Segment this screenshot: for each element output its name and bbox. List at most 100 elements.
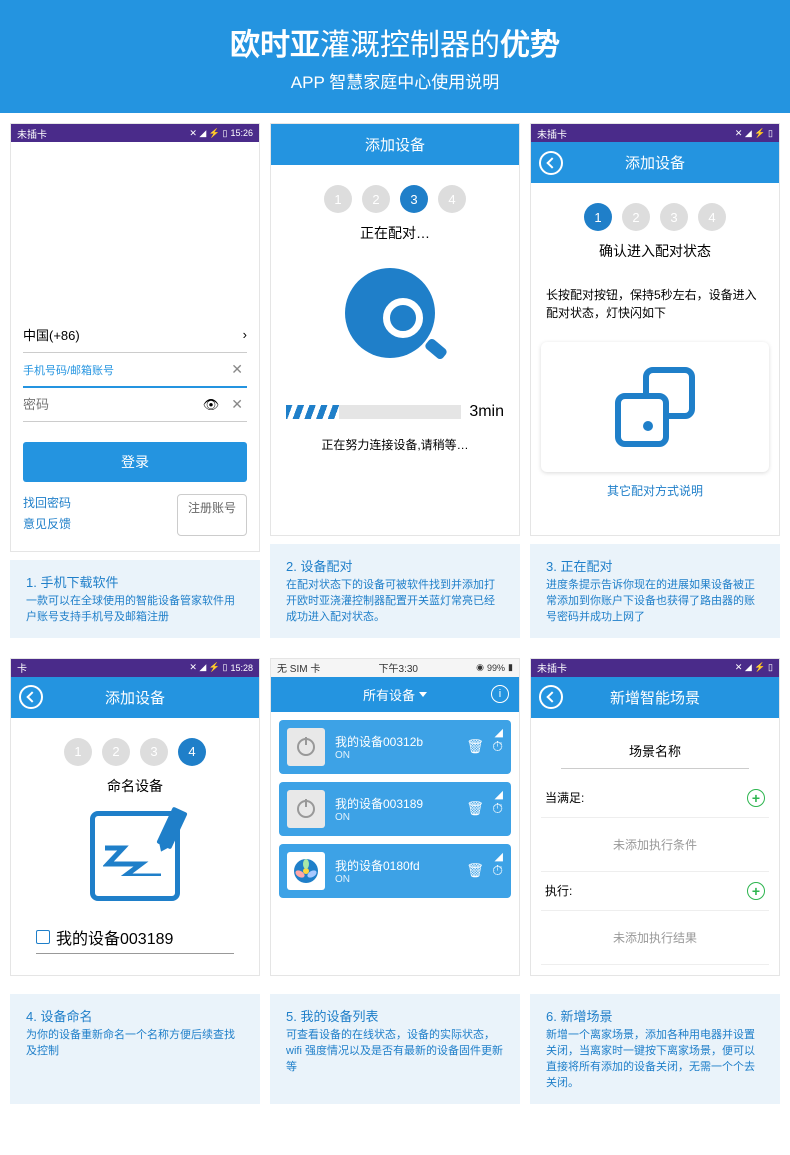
device-name: 我的设备0180fd bbox=[335, 857, 456, 874]
status-right: ◉ 99% ▮ bbox=[476, 662, 513, 673]
caption-4: 4. 设备命名 为你的设备重新命名一个名称方便后续查找及控制 bbox=[10, 994, 260, 1104]
status-carrier: 未插卡 bbox=[537, 660, 567, 675]
no-result-text: 未添加执行结果 bbox=[541, 911, 769, 965]
status-bar: 未插卡 ✕ ◢ ⚡ ▯ 15:26 bbox=[11, 124, 259, 142]
caption-5: 5. 我的设备列表 可查看设备的在线状态，设备的实际状态，wifi 强度情况以及… bbox=[270, 994, 520, 1104]
step-1: 1 bbox=[64, 738, 92, 766]
phone-login: 未插卡 ✕ ◢ ⚡ ▯ 15:26 中国(+86) › ✕ 👁 ✕ 登录 bbox=[10, 123, 260, 552]
timer-icon[interactable]: ⏱ bbox=[492, 800, 503, 817]
caption-row-2: 4. 设备命名 为你的设备重新命名一个名称方便后续查找及控制 5. 我的设备列表… bbox=[0, 986, 790, 1114]
step-3: 3 bbox=[660, 203, 688, 231]
clear-icon[interactable]: ✕ bbox=[227, 361, 247, 378]
phone-confirm-pair: 未插卡 ✕ ◢ ⚡ ▯ 添加设备 1 2 3 4 确认进入配对状态 长按配对按钮… bbox=[530, 123, 780, 536]
device-name-value: 我的设备003189 bbox=[56, 925, 173, 949]
step-indicator: 1 2 3 4 bbox=[531, 183, 779, 241]
delete-icon[interactable]: 🗑 bbox=[466, 800, 484, 817]
clear-icon[interactable]: ✕ bbox=[227, 396, 247, 413]
step-3: 3 bbox=[140, 738, 168, 766]
caption-6: 6. 新增场景 新增一个离家场景，添加各种用电器并设置关闭，当离家时一键按下离家… bbox=[530, 994, 780, 1104]
header-subtitle: APP 智慧家庭中心使用说明 bbox=[20, 68, 770, 93]
caption-3: 3. 正在配对 进度条提示告诉你现在的进展如果设备被正常添加到你账户下设备也获得… bbox=[530, 544, 780, 638]
page-title: 添加设备 bbox=[105, 690, 165, 707]
caption-2: 2. 设备配对 在配对状态下的设备可被软件找到并添加打开欧时亚浇灌控制器配置开关… bbox=[270, 544, 520, 638]
info-icon[interactable]: i bbox=[491, 685, 509, 703]
password-input-row[interactable]: 👁 ✕ bbox=[23, 388, 247, 422]
progress-bar bbox=[286, 405, 461, 419]
timer-icon[interactable]: ⏱ bbox=[492, 738, 503, 755]
status-bar: 未插卡 ✕ ◢ ⚡ ▯ bbox=[531, 659, 779, 677]
power-icon bbox=[297, 738, 315, 756]
page-title: 新增智能场景 bbox=[610, 690, 700, 707]
device-icon-card bbox=[541, 342, 769, 472]
device-card[interactable]: 我的设备003189 ON ◢ 🗑 ⏱ bbox=[279, 782, 511, 836]
top-bar: 新增智能场景 bbox=[531, 677, 779, 718]
row-1: 未插卡 ✕ ◢ ⚡ ▯ 15:26 中国(+86) › ✕ 👁 ✕ 登录 bbox=[0, 113, 790, 648]
eye-icon[interactable]: 👁 bbox=[203, 397, 220, 413]
device-name-input[interactable]: 我的设备003189 bbox=[36, 921, 234, 954]
phone-name-device: 卡 ✕ ◢ ⚡ ▯ 15:28 添加设备 1 2 3 4 命名设备 我的设备00… bbox=[10, 658, 260, 976]
step-2: 2 bbox=[622, 203, 650, 231]
scene-name-input[interactable]: 场景名称 bbox=[561, 733, 749, 769]
page-title: 添加设备 bbox=[365, 137, 425, 154]
no-condition-text: 未添加执行条件 bbox=[541, 818, 769, 872]
device-thumb bbox=[287, 728, 325, 766]
power-icon bbox=[297, 800, 315, 818]
step-label: 正在配对… bbox=[271, 223, 519, 243]
status-bar: 卡 ✕ ◢ ⚡ ▯ 15:28 bbox=[11, 659, 259, 677]
device-status: ON bbox=[335, 750, 456, 761]
condition-row: 当满足: + bbox=[541, 779, 769, 818]
back-button[interactable] bbox=[539, 685, 563, 709]
phone-device-list: 无 SIM 卡 下午3:30 ◉ 99% ▮ 所有设备 i 我的设备00312b… bbox=[270, 658, 520, 976]
phone-input[interactable] bbox=[23, 362, 227, 377]
device-card[interactable]: 我的设备00312b ON ◢ 🗑 ⏱ bbox=[279, 720, 511, 774]
search-magnify-icon bbox=[335, 263, 455, 383]
chevron-right-icon: › bbox=[243, 327, 247, 342]
step-indicator: 1 2 3 4 bbox=[271, 165, 519, 223]
status-bar: 未插卡 ✕ ◢ ⚡ ▯ bbox=[531, 124, 779, 142]
step-2: 2 bbox=[362, 185, 390, 213]
edit-icon bbox=[36, 930, 50, 944]
header-title: 欧时亚灌溉控制器的优势 bbox=[20, 20, 770, 64]
status-right: ✕ ◢ ⚡ ▯ 15:28 bbox=[189, 662, 253, 673]
back-button[interactable] bbox=[539, 151, 563, 175]
status-bar: 无 SIM 卡 下午3:30 ◉ 99% ▮ bbox=[271, 659, 519, 677]
device-filter-dropdown[interactable]: 所有设备 i bbox=[271, 677, 519, 712]
forgot-password-link[interactable]: 找回密码 bbox=[23, 494, 71, 511]
step-2: 2 bbox=[102, 738, 130, 766]
status-right: ✕ ◢ ⚡ ▯ bbox=[735, 128, 773, 139]
device-name: 我的设备00312b bbox=[335, 733, 456, 750]
step-4: 4 bbox=[698, 203, 726, 231]
phone-input-row[interactable]: ✕ bbox=[23, 353, 247, 388]
login-button[interactable]: 登录 bbox=[23, 442, 247, 482]
country-select[interactable]: 中国(+86) › bbox=[23, 317, 247, 353]
step-4: 4 bbox=[438, 185, 466, 213]
device-thumb bbox=[287, 852, 325, 890]
progress-row: 3min bbox=[271, 403, 519, 421]
back-button[interactable] bbox=[19, 685, 43, 709]
delete-icon[interactable]: 🗑 bbox=[466, 738, 484, 755]
login-form: 中国(+86) › ✕ 👁 ✕ 登录 找回密码 意见反馈 bbox=[11, 302, 259, 551]
add-action-button[interactable]: + bbox=[747, 882, 765, 900]
row-2: 卡 ✕ ◢ ⚡ ▯ 15:28 添加设备 1 2 3 4 命名设备 我的设备00… bbox=[0, 648, 790, 986]
status-time: 下午3:30 bbox=[379, 660, 418, 675]
device-status: ON bbox=[335, 874, 456, 885]
password-input[interactable] bbox=[23, 397, 203, 412]
device-icon bbox=[615, 367, 695, 447]
status-carrier: 未插卡 bbox=[537, 126, 567, 141]
step-label: 确认进入配对状态 bbox=[531, 241, 779, 261]
status-right: ✕ ◢ ⚡ ▯ bbox=[735, 662, 773, 673]
chevron-down-icon bbox=[419, 692, 427, 697]
add-condition-button[interactable]: + bbox=[747, 789, 765, 807]
timer-icon[interactable]: ⏱ bbox=[492, 862, 503, 879]
wifi-icon: ◢ bbox=[495, 726, 503, 739]
status-carrier: 未插卡 bbox=[17, 126, 47, 141]
other-pair-method-link[interactable]: 其它配对方式说明 bbox=[531, 482, 779, 499]
status-carrier: 无 SIM 卡 bbox=[277, 660, 320, 675]
device-status: ON bbox=[335, 812, 456, 823]
phone-pairing: 添加设备 1 2 3 4 正在配对… 3min 正在努力连接设备,请稍等… bbox=[270, 123, 520, 536]
delete-icon[interactable]: 🗑 bbox=[466, 862, 484, 879]
device-card[interactable]: 我的设备0180fd ON ◢ 🗑 ⏱ bbox=[279, 844, 511, 898]
feedback-link[interactable]: 意见反馈 bbox=[23, 515, 71, 532]
device-thumb bbox=[287, 790, 325, 828]
register-button[interactable]: 注册账号 bbox=[177, 494, 247, 536]
